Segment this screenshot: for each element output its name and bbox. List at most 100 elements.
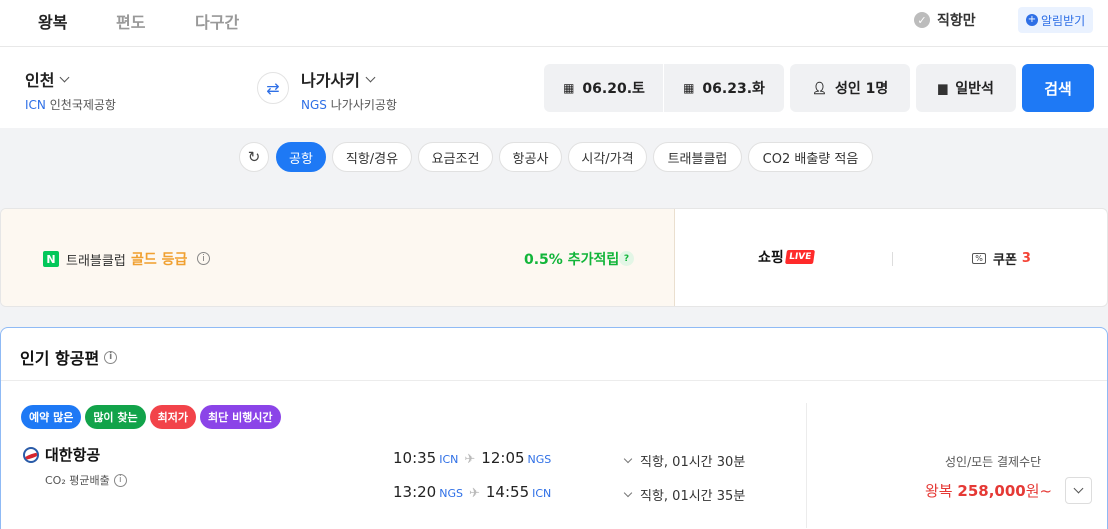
destination-city: 나가사키 xyxy=(301,71,360,90)
chevron-down-icon xyxy=(60,72,70,82)
popular-title-text: 인기 항공편 xyxy=(20,349,100,368)
filter-co2[interactable]: CO2 배출량 적음 xyxy=(748,142,873,172)
popular-flights-title: 인기 항공편 i xyxy=(20,345,118,369)
promo-separator xyxy=(892,252,893,266)
badge-lowest-price: 최저가 xyxy=(149,405,196,429)
dep-airport: ICN xyxy=(439,453,459,466)
plane-icon: ✈ xyxy=(468,486,480,501)
airline-name: 대한항공 xyxy=(45,446,101,464)
return-leg: 13:20 NGS ✈ 14:55 ICN xyxy=(393,483,551,501)
leg-info-text: 직항, 01시간 35분 xyxy=(640,489,746,504)
search-button[interactable]: 검색 xyxy=(1022,64,1094,112)
depart-date: 06.20.토 xyxy=(582,81,645,97)
date-selector: ▦ 06.20.토 ▦ 06.23.화 xyxy=(544,64,784,112)
badge-most-searched: 많이 찾는 xyxy=(85,405,146,429)
dep-airport: NGS xyxy=(439,487,463,500)
return-date: 06.23.화 xyxy=(702,81,765,97)
tab-round-trip[interactable]: 왕복 xyxy=(38,9,67,33)
direct-only-toggle[interactable]: ✓ 직항만 xyxy=(914,10,976,30)
check-icon: ✓ xyxy=(914,12,930,28)
origin-selector[interactable]: 인천 ICN 인천국제공항 xyxy=(25,67,116,113)
return-leg-info[interactable]: 직항, 01시간 35분 xyxy=(623,485,746,504)
seat-icon: ▆ xyxy=(938,81,948,95)
price-value: 258,000 xyxy=(957,482,1026,500)
arr-airport: NGS xyxy=(527,453,552,466)
price-prefix: 왕복 xyxy=(925,482,953,500)
dep-time: 13:20 xyxy=(393,483,437,501)
destination-code: NGS xyxy=(301,98,327,112)
alert-button-label: 알림받기 xyxy=(1041,13,1086,28)
filter-direct-transfer[interactable]: 직항/경유 xyxy=(332,142,412,172)
outbound-leg: 10:35 ICN ✈ 12:05 NGS xyxy=(393,449,551,467)
travel-club-label: 트래블클럽 xyxy=(66,254,126,269)
co2-info: CO₂ 평균배출 i xyxy=(45,472,127,488)
tab-multi-city[interactable]: 다구간 xyxy=(195,9,239,33)
filter-bar: ↻ 공항 직항/경유 요금조건 항공사 시각/가격 트래블클럽 CO2 배출량 … xyxy=(0,128,1108,188)
alert-button[interactable]: + 알림받기 xyxy=(1018,7,1094,33)
info-icon[interactable]: i xyxy=(197,252,210,265)
question-icon[interactable]: ? xyxy=(619,251,634,266)
badge-most-booked: 예약 많은 xyxy=(21,405,82,429)
refresh-button[interactable]: ↻ xyxy=(239,142,269,172)
korean-air-logo-icon xyxy=(23,446,39,463)
coupon-link[interactable]: % 쿠폰 3 xyxy=(972,249,1031,268)
arr-airport: ICN xyxy=(532,487,552,500)
coupon-icon: % xyxy=(972,253,986,264)
depart-date-button[interactable]: ▦ 06.20.토 xyxy=(544,64,664,112)
info-icon[interactable]: i xyxy=(113,473,127,487)
origin-city: 인천 xyxy=(25,71,55,90)
price-divider xyxy=(806,403,807,528)
expand-button[interactable] xyxy=(1065,477,1092,504)
price[interactable]: 왕복 258,000원~ xyxy=(925,480,1052,501)
swap-icon: ⇄ xyxy=(266,78,280,98)
direct-only-label: 직항만 xyxy=(937,13,976,29)
flight-badges: 예약 많은 많이 찾는 최저가 최단 비행시간 xyxy=(21,405,285,429)
calendar-icon: ▦ xyxy=(563,81,575,95)
leg-info-text: 직항, 01시간 30분 xyxy=(640,455,746,470)
plane-icon: ✈ xyxy=(464,452,476,467)
live-badge: LIVE xyxy=(784,250,815,264)
divider xyxy=(1,380,1107,381)
outbound-leg-info[interactable]: 직항, 01시간 30분 xyxy=(623,451,746,470)
filter-time-price[interactable]: 시각/가격 xyxy=(568,142,647,172)
tab-one-way[interactable]: 편도 xyxy=(116,9,145,33)
coupon-label: 쿠폰 xyxy=(993,253,1017,268)
person-icon: 👤︎ xyxy=(811,81,827,95)
accrual-text: 0.5% 추가적립 xyxy=(524,252,620,268)
filter-airline[interactable]: 항공사 xyxy=(499,142,562,172)
cabin-button[interactable]: ▆ 일반석 xyxy=(916,64,1016,112)
info-icon[interactable]: i xyxy=(104,350,118,364)
search-panel: 인천 ICN 인천국제공항 ⇄ 나가사키 NGS 나가사키공항 ▦ 06.20.… xyxy=(0,46,1108,128)
shopping-label: 쇼핑 xyxy=(758,250,784,266)
calendar-icon: ▦ xyxy=(683,81,695,95)
plus-icon: + xyxy=(1026,14,1038,26)
coupon-count: 3 xyxy=(1021,251,1031,266)
price-label: 성인/모든 결제수단 xyxy=(945,455,1042,469)
travel-club-promo[interactable]: N 트래블클럽 골드 등급 i 0.5% 추가적립 ? xyxy=(1,209,675,306)
swap-button[interactable]: ⇄ xyxy=(257,72,289,104)
filter-travel-club[interactable]: 트래블클럽 xyxy=(653,142,742,172)
chevron-down-icon xyxy=(623,454,633,463)
arr-time: 12:05 xyxy=(481,449,525,467)
popular-flights-card: 인기 항공편 i 예약 많은 많이 찾는 최저가 최단 비행시간 대한항공 CO… xyxy=(0,327,1108,529)
dep-time: 10:35 xyxy=(393,449,437,467)
chevron-down-icon xyxy=(623,488,633,497)
destination-selector[interactable]: 나가사키 NGS 나가사키공항 xyxy=(301,67,397,113)
price-suffix: 원~ xyxy=(1025,482,1053,500)
trip-type-bar: 왕복 편도 다구간 ✓ 직항만 + 알림받기 xyxy=(0,0,1108,46)
filter-fare-conditions[interactable]: 요금조건 xyxy=(418,142,493,172)
promo-banner: N 트래블클럽 골드 등급 i 0.5% 추가적립 ? 쇼핑 LIVE % 쿠폰… xyxy=(0,208,1108,307)
co2-label: CO₂ 평균배출 xyxy=(45,474,110,487)
passengers-label: 성인 1명 xyxy=(834,81,889,97)
return-date-button[interactable]: ▦ 06.23.화 xyxy=(664,64,784,112)
arr-time: 14:55 xyxy=(485,483,530,501)
filter-airport[interactable]: 공항 xyxy=(276,142,326,172)
passengers-button[interactable]: 👤︎ 성인 1명 xyxy=(790,64,910,112)
cabin-label: 일반석 xyxy=(955,81,994,97)
origin-code: ICN xyxy=(25,98,46,112)
airline: 대한항공 xyxy=(23,444,100,465)
travel-club-grade: 골드 등급 xyxy=(131,252,188,268)
destination-airport: 나가사키공항 xyxy=(330,98,397,112)
shopping-live-link[interactable]: 쇼핑 LIVE xyxy=(758,247,815,267)
chevron-down-icon xyxy=(365,72,376,82)
